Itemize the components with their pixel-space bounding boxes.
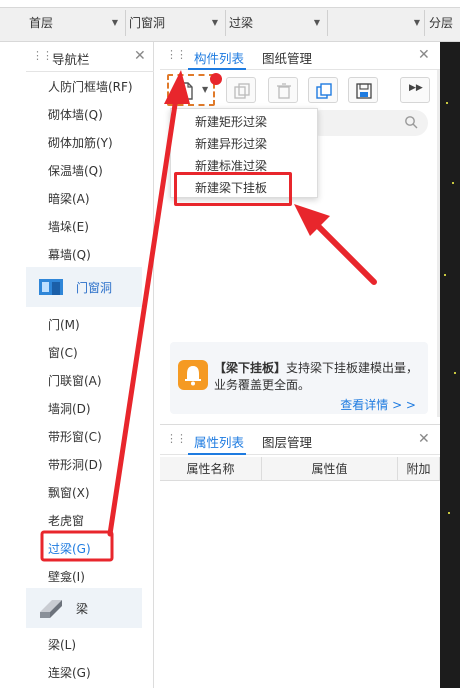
close-icon[interactable]: ✕: [418, 431, 430, 447]
save-icon: [356, 83, 372, 99]
svg-text:*: *: [181, 85, 184, 92]
annotation-highlight-box: [174, 172, 292, 206]
column-header-property-name[interactable]: 属性名称: [160, 457, 262, 481]
drag-handle-icon[interactable]: ⋮⋮: [166, 48, 187, 61]
save-template-button[interactable]: [348, 77, 378, 103]
notification-dot: [210, 73, 222, 85]
nav-title: 导航栏: [52, 52, 90, 67]
feature-promo-card: 【梁下挂板】支持梁下挂板建模出量，业务覆盖更全面。 查看详情 > >: [170, 342, 428, 414]
promo-title: 【梁下挂板】: [214, 361, 287, 375]
nav-item-niche[interactable]: 壁龛(I): [48, 568, 85, 585]
active-tab-indicator: [188, 68, 246, 70]
nav-category-door-window[interactable]: 门窗洞: [26, 267, 142, 307]
nav-item-window[interactable]: 窗(C): [48, 344, 78, 361]
active-tab-indicator: [188, 453, 246, 455]
component-search-input[interactable]: [308, 110, 428, 136]
chevron-down-icon: ▼: [211, 18, 218, 27]
nav-item-lintel[interactable]: 过梁(G): [48, 540, 91, 557]
nav-header: ⋮⋮ 导航栏 ✕: [26, 42, 154, 72]
property-panel-header: ⋮⋮ 属性列表 图层管理 ✕: [160, 425, 440, 455]
nav-item-coupling-beam[interactable]: 连梁(G): [48, 664, 91, 681]
nav-category-beam-label: 梁: [76, 602, 89, 616]
promo-details-link[interactable]: 查看详情 > >: [340, 396, 416, 413]
canvas-mark: [454, 372, 456, 374]
floor-select-value: 首层: [29, 16, 54, 30]
chevron-down-icon[interactable]: ▼: [202, 85, 208, 94]
new-file-icon: *: [179, 82, 193, 100]
chevron-down-icon: ▼: [111, 18, 118, 27]
nav-item-beam[interactable]: 梁(L): [48, 636, 76, 653]
drag-handle-icon[interactable]: ⋮⋮: [32, 49, 53, 62]
nav-item-strip-window[interactable]: 带形窗(C): [48, 428, 102, 445]
nav-item-door[interactable]: 门(M): [48, 316, 80, 333]
door-window-icon: [39, 279, 63, 295]
drawing-canvas[interactable]: [440, 42, 460, 688]
duplicate-button[interactable]: [308, 77, 338, 103]
nav-item-rf-wall[interactable]: 人防门框墙(RF): [48, 78, 133, 95]
beam-icon: [40, 600, 62, 618]
floor-select[interactable]: 首层 ▼: [26, 10, 122, 36]
tab-drawing-management[interactable]: 图纸管理: [262, 48, 312, 67]
menu-item-new-shaped-lintel[interactable]: 新建异形过梁: [195, 135, 267, 152]
canvas-mark: [452, 182, 454, 184]
nav-item-masonry-rebar[interactable]: 砌体加筋(Y): [48, 134, 113, 151]
tab-layer-management[interactable]: 图层管理: [262, 432, 312, 451]
category-select[interactable]: 门窗洞 ▼: [126, 10, 222, 36]
duplicate-icon: [316, 83, 332, 99]
promo-text: 【梁下挂板】支持梁下挂板建模出量，业务覆盖更全面。: [214, 360, 420, 394]
nav-item-hidden-beam[interactable]: 暗梁(A): [48, 190, 90, 207]
column-header-property-value[interactable]: 属性值: [262, 457, 398, 481]
trash-icon: [277, 83, 291, 99]
canvas-mark: [448, 512, 450, 514]
screen: 首层 ▼ 门窗洞 ▼ 过梁 ▼ ▼ 分层 ⋮⋮ 导航栏 ✕ 人防门框墙(RF): [0, 0, 460, 688]
divider: [424, 10, 425, 36]
nav-item-masonry-wall[interactable]: 砌体墙(Q): [48, 106, 103, 123]
nav-item-curtain-wall[interactable]: 幕墙(Q): [48, 246, 91, 263]
delete-button[interactable]: [268, 77, 298, 103]
top-toolbar: 首层 ▼ 门窗洞 ▼ 过梁 ▼ ▼ 分层: [0, 0, 460, 42]
copy-icon: [234, 83, 250, 99]
nav-item-pilaster[interactable]: 墙垛(E): [48, 218, 89, 235]
menu-item-new-rect-lintel[interactable]: 新建矩形过梁: [195, 113, 267, 130]
chevron-down-icon: ▼: [313, 18, 320, 27]
layer-select-label: 分层: [429, 16, 454, 30]
nav-item-door-window[interactable]: 门联窗(A): [48, 372, 102, 389]
canvas-mark: [444, 274, 446, 276]
nav-category-beam[interactable]: 梁: [26, 588, 142, 628]
nav-item-strip-opening[interactable]: 带形洞(D): [48, 456, 103, 473]
nav-item-dormer[interactable]: 老虎窗: [48, 512, 84, 529]
close-icon[interactable]: ✕: [134, 48, 146, 64]
category-select-value: 门窗洞: [129, 16, 166, 30]
canvas-mark: [446, 102, 448, 104]
top-edge: [0, 0, 460, 8]
tab-component-list[interactable]: 构件列表: [194, 48, 244, 67]
type-select[interactable]: 过梁 ▼: [226, 10, 324, 36]
nav-item-insulation-wall[interactable]: 保温墙(Q): [48, 162, 103, 179]
layer-select[interactable]: 分层: [426, 10, 460, 36]
close-icon[interactable]: ✕: [418, 47, 430, 63]
nav-item-wall-opening[interactable]: 墙洞(D): [48, 400, 91, 417]
navigation-panel: ⋮⋮ 导航栏 ✕ 人防门框墙(RF) 砌体墙(Q) 砌体加筋(Y) 保温墙(Q)…: [26, 42, 154, 688]
property-list-panel: ⋮⋮ 属性列表 图层管理 ✕ 属性名称 属性值 附加: [160, 424, 440, 688]
search-icon: [405, 116, 418, 129]
component-panel-header: ⋮⋮ 构件列表 图纸管理 ✕: [160, 42, 440, 70]
tab-property-list[interactable]: 属性列表: [194, 432, 244, 451]
chevron-down-icon: ▼: [413, 18, 420, 27]
copy-button[interactable]: [226, 77, 256, 103]
expand-toolbar-button[interactable]: ▶▶: [400, 77, 430, 103]
new-component-button[interactable]: * ▼: [167, 74, 215, 106]
column-header-additional[interactable]: 附加: [398, 457, 440, 481]
type-select-value: 过梁: [229, 16, 254, 30]
nav-item-bay-window[interactable]: 飘窗(X): [48, 484, 90, 501]
bell-icon: [178, 360, 208, 390]
extra-select[interactable]: ▼: [328, 10, 424, 36]
nav-category-door-label: 门窗洞: [76, 281, 113, 295]
double-arrow-right-icon: ▶▶: [409, 83, 423, 93]
drag-handle-icon[interactable]: ⋮⋮: [166, 432, 187, 445]
